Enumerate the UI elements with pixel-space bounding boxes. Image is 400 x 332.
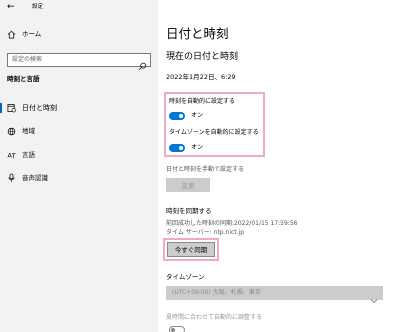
timezone-value: (UTC+09:00) 大阪、札幌、東京	[172, 289, 261, 296]
chevron-down-icon	[370, 289, 378, 308]
sync-now-button[interactable]: 今すぐ同期	[167, 242, 215, 257]
app-title: 設定	[32, 4, 44, 10]
auto-timezone-toggle[interactable]	[169, 144, 185, 152]
sidebar-item-label: 言語	[22, 151, 35, 159]
back-arrow-icon[interactable]: ←	[7, 2, 15, 13]
section-title: 現在の日付と時刻	[166, 52, 239, 62]
microphone-icon	[0, 173, 22, 183]
sidebar-item-region[interactable]: 地域	[0, 123, 158, 139]
search-icon[interactable]	[138, 56, 147, 75]
sidebar: ← 設定 ホーム 設定の検索 時刻と言語 日付と時刻 地域 A 言語 音声認識	[0, 0, 158, 332]
sidebar-item-label: 地域	[22, 127, 35, 135]
sync-heading: 時刻を同期する	[166, 207, 212, 215]
sidebar-item-language[interactable]: A 言語	[0, 147, 158, 163]
current-datetime: 2022年1月22日、6:29	[166, 73, 236, 81]
dst-toggle[interactable]	[169, 326, 185, 332]
sidebar-item-speech[interactable]: 音声認識	[0, 170, 158, 186]
toggle-knob	[171, 328, 175, 332]
sidebar-item-date-time[interactable]: 日付と時刻	[0, 100, 158, 116]
title-bar: ← 設定	[0, 0, 158, 16]
sidebar-group-label: 時刻と言語	[7, 75, 40, 83]
auto-timezone-label: タイムゾーンを自動的に設定する	[169, 129, 259, 136]
home-icon	[0, 30, 22, 39]
toggle-knob	[179, 114, 183, 118]
last-sync-text: 前回成功した時刻の同期:2022/01/15 17:59:56	[166, 220, 298, 227]
auto-timezone-state: オン	[191, 144, 204, 151]
time-server-text: タイム サーバー: ntp.nict.jp	[166, 229, 245, 236]
search-placeholder: 設定の検索	[12, 56, 43, 63]
calendar-clock-icon	[0, 103, 22, 113]
sidebar-item-label: 日付と時刻	[22, 104, 57, 112]
dst-label: 夏時間に合わせて自動的に調整する	[166, 314, 263, 321]
auto-time-state: オン	[191, 112, 204, 119]
timezone-dropdown[interactable]: (UTC+09:00) 大阪、札幌、東京	[166, 286, 383, 304]
auto-time-toggle[interactable]	[169, 112, 185, 120]
toggle-knob	[179, 146, 183, 150]
sidebar-item-label: 音声認識	[22, 174, 48, 182]
timezone-label: タイムゾーン	[166, 273, 205, 281]
selection-indicator	[0, 103, 2, 113]
sidebar-item-home[interactable]: ホーム	[0, 26, 158, 42]
change-button[interactable]: 変更	[166, 178, 210, 192]
svg-text:A: A	[7, 152, 12, 159]
auto-time-label: 時刻を自動的に設定する	[169, 98, 236, 105]
page-title: 日付と時刻	[166, 26, 229, 41]
globe-icon	[0, 127, 22, 136]
search-input[interactable]: 設定の検索	[7, 53, 151, 71]
manual-set-label: 日付と時刻を手動で設定する	[166, 166, 245, 173]
main-content: 日付と時刻 現在の日付と時刻 2022年1月22日、6:29 時刻を自動的に設定…	[158, 0, 400, 332]
sidebar-home-label: ホーム	[22, 30, 42, 38]
language-icon: A	[0, 151, 22, 160]
